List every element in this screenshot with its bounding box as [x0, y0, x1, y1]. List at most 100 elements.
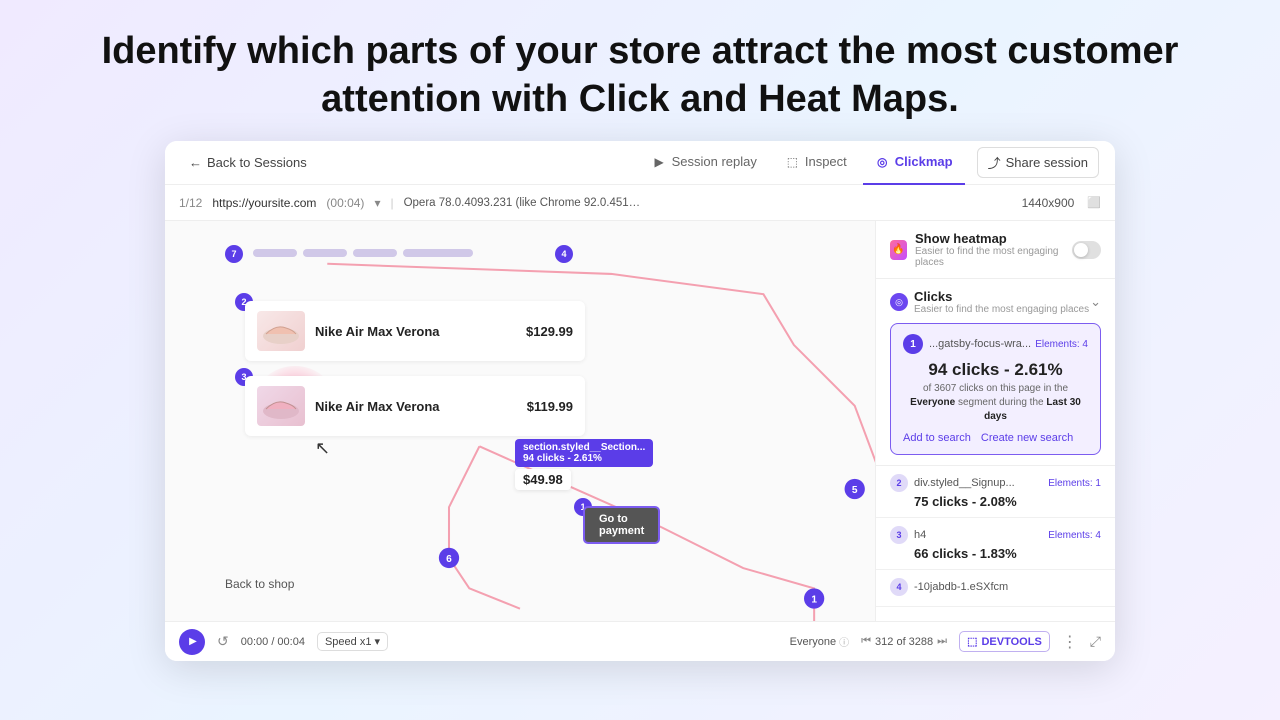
create-new-search-link[interactable]: Create new search	[981, 432, 1073, 444]
clicks-icon: ◎	[890, 293, 908, 311]
svg-text:6: 6	[446, 554, 452, 565]
clicks-section: ◎ Clicks Easier to find the most engagin…	[876, 279, 1115, 466]
element-4-num: 4	[890, 578, 908, 596]
go-to-payment-button[interactable]: Go to payment	[583, 506, 660, 544]
replay-icon[interactable]: ↺	[217, 633, 229, 650]
devtools-label: DEVTOOLS	[981, 636, 1041, 648]
more-options-icon[interactable]: ⋮	[1062, 632, 1078, 652]
nav-badge-4: 4	[555, 245, 573, 263]
segment-info-icon: ⓘ	[839, 634, 849, 649]
element-row-3[interactable]: 3 h4 Elements: 4 66 clicks - 1.83%	[876, 518, 1115, 570]
share-label: Share session	[1006, 155, 1088, 170]
product-2-image	[257, 386, 305, 426]
clicks-title: Clicks	[914, 289, 1089, 304]
clickmap-icon: ◎	[875, 154, 890, 169]
tab-session-replay-label: Session replay	[672, 154, 757, 169]
product-1-price: $129.99	[526, 324, 573, 339]
element-2-count-link[interactable]: Elements: 1	[1048, 478, 1101, 489]
product-2-name: Nike Air Max Verona	[315, 399, 440, 414]
back-to-sessions-button[interactable]: ← Back to Sessions	[181, 151, 315, 174]
tab-session-replay[interactable]: ▶ Session replay	[640, 141, 769, 185]
element-1-count-link[interactable]: Elements: 4	[1035, 339, 1088, 350]
browser-info: Opera 78.0.4093.231 (like Chrome 92.0.45…	[404, 197, 644, 209]
separator: |	[390, 196, 393, 210]
hero-title: Identify which parts of your store attra…	[0, 0, 1280, 141]
product-1-name: Nike Air Max Verona	[315, 324, 440, 339]
time-display: 00:00 / 00:04	[241, 636, 305, 648]
clicks-chevron-icon[interactable]: ⌄	[1090, 294, 1101, 310]
session-replay-icon: ▶	[652, 154, 667, 169]
resolution-display: 1440x900	[1022, 196, 1075, 210]
segment-label: Everyone	[790, 636, 836, 648]
url-chevron-icon[interactable]: ▾	[374, 196, 380, 210]
element-1-desc: of 3607 clicks on this page in the Every…	[903, 382, 1088, 424]
inspect-icon: ⬚	[785, 154, 800, 169]
session-count-display: ⏮ 312 of 3288 ⏭	[861, 635, 947, 648]
element-1-name: ...gatsby-focus-wra...	[929, 338, 1035, 350]
add-to-search-link[interactable]: Add to search	[903, 432, 971, 444]
tab-clickmap[interactable]: ◎ Clickmap	[863, 141, 965, 185]
devtools-button[interactable]: ⬚ DEVTOOLS	[959, 631, 1050, 652]
heatmap-sub: Easier to find the most engaging places	[915, 246, 1064, 268]
speed-label: Speed x1	[325, 636, 371, 648]
element-1-of-total: of 3607 clicks on this page in the	[923, 383, 1068, 394]
tab-inspect-label: Inspect	[805, 154, 847, 169]
product-1-image	[257, 311, 305, 351]
clicks-label-group: Clicks Easier to find the most engaging …	[914, 289, 1089, 315]
expand-icon[interactable]: ⤢	[1090, 633, 1101, 650]
session-counter: 1/12	[179, 196, 202, 210]
clicks-title-row: ◎ Clicks Easier to find the most engagin…	[890, 289, 1089, 315]
session-count-label: 312 of 3288	[875, 636, 933, 648]
prev-session-icon[interactable]: ⏮	[861, 635, 871, 648]
price-area: section.styled__Section... 94 clicks - 2…	[515, 471, 571, 489]
back-to-shop-link[interactable]: Back to shop	[225, 577, 294, 591]
element-1-period-label: segment during the	[958, 397, 1046, 408]
heatmap-toggle[interactable]	[1072, 241, 1101, 259]
tab-inspect[interactable]: ⬚ Inspect	[773, 141, 859, 185]
share-session-button[interactable]: ⤴ Share session	[977, 147, 1099, 178]
play-button[interactable]: ▶	[179, 629, 205, 655]
heatmap-icon: 🔥	[890, 240, 907, 260]
element-3-num: 3	[890, 526, 908, 544]
nav-pills	[253, 249, 473, 257]
share-icon: ⤴	[988, 153, 1001, 172]
element-2-num: 2	[890, 474, 908, 492]
back-arrow-icon: ←	[189, 155, 202, 170]
back-label: Back to Sessions	[207, 155, 307, 170]
heatmap-label: Show heatmap	[915, 231, 1064, 246]
clicks-sub: Easier to find the most engaging places	[914, 304, 1089, 315]
devtools-icon: ⬚	[967, 635, 977, 648]
element-card-1-header: 1 ...gatsby-focus-wra... Elements: 4	[903, 334, 1088, 354]
tooltip-line1: section.styled__Section...	[523, 442, 645, 453]
app-window: ← Back to Sessions ▶ Session replay ⬚ In…	[165, 141, 1115, 661]
element-row-2[interactable]: 2 div.styled__Signup... Elements: 1 75 c…	[876, 466, 1115, 518]
element-1-actions: Add to search Create new search	[903, 432, 1088, 444]
nav-badge-7: 7	[225, 245, 243, 263]
element-1-stat: 94 clicks - 2.61%	[903, 360, 1088, 380]
element-row-4[interactable]: 4 -10jabdb-1.eSXfcm	[876, 570, 1115, 607]
element-3-name: h4	[914, 529, 1048, 541]
right-sidebar: 🔥 Show heatmap Easier to find the most e…	[875, 221, 1115, 621]
clickmap-viewport: 5 6 1 7 4 2	[165, 221, 875, 621]
element-row-3-header: 3 h4 Elements: 4	[890, 526, 1101, 544]
heatmap-toggle-row: 🔥 Show heatmap Easier to find the most e…	[876, 221, 1115, 279]
tooltip-popup: section.styled__Section... 94 clicks - 2…	[515, 439, 653, 467]
url-bar: 1/12 https://yoursite.com (00:04) ▾ | Op…	[165, 185, 1115, 221]
svg-text:5: 5	[852, 485, 858, 496]
element-3-count-link[interactable]: Elements: 4	[1048, 530, 1101, 541]
clicks-header: ◎ Clicks Easier to find the most engagin…	[890, 289, 1101, 315]
element-2-name: div.styled__Signup...	[914, 477, 1048, 489]
resolution-icon: ⬜	[1087, 196, 1101, 209]
element-card-1[interactable]: 1 ...gatsby-focus-wra... Elements: 4 94 …	[890, 323, 1101, 455]
session-time: (00:04)	[326, 196, 364, 210]
svg-text:1: 1	[811, 595, 817, 606]
next-session-icon[interactable]: ⏭	[937, 635, 947, 648]
product-row-1: 2 Nike Air Max Verona $129.99	[245, 301, 585, 369]
top-nav-bar: ← Back to Sessions ▶ Session replay ⬚ In…	[165, 141, 1115, 185]
tooltip-line2: 94 clicks - 2.61%	[523, 453, 645, 464]
speed-button[interactable]: Speed x1 ▾	[317, 632, 388, 651]
element-row-4-header: 4 -10jabdb-1.eSXfcm	[890, 578, 1101, 596]
heatmap-label-group: Show heatmap Easier to find the most eng…	[915, 231, 1064, 268]
price-display: $49.98	[515, 469, 571, 490]
segment-display: Everyone ⓘ	[790, 634, 849, 649]
